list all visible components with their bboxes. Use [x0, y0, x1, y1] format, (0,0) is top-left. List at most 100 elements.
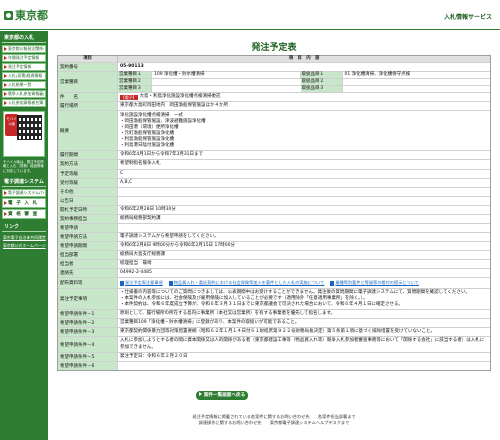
- row-key: 予定等級: [58, 169, 118, 178]
- link-e-government[interactable]: 東京電子自治体共同運営: [2, 234, 46, 242]
- arrow-right-icon: [4, 65, 7, 69]
- tokyo-emblem-icon: [4, 10, 13, 20]
- business-row: 営業種目３ 取扱品目３: [118, 85, 490, 93]
- table-row: 担当部署 総務局大島支庁総務課: [58, 249, 490, 259]
- accepted-rank: A,B,C: [120, 179, 133, 185]
- table-row: 希望申請: [58, 222, 490, 232]
- sidebar-item-label: 競争入札参加資格審査: [8, 91, 44, 96]
- table-row: 発注予定事項 ・仕様書の内容等についてのご質問につきましては、公表期間中はお受け…: [58, 288, 490, 310]
- table-row: 連絡先 04992-2-4485: [58, 268, 490, 278]
- qr-code-icon: [17, 115, 42, 140]
- contact-department: 総務局大島支庁総務課: [120, 251, 165, 257]
- table-row: 担当者 経理担当 篠崎: [58, 258, 490, 268]
- condition-6: [118, 362, 490, 370]
- condition-2: 営業種目109「浄化槽・貯水槽清掃」に登録があり、本案件の取扱いが可能であること…: [120, 320, 300, 326]
- table-row: 希望申請条件－4 入札に参加しようとする者の間に資本関係又は人的関係がある者（東…: [58, 336, 490, 352]
- table-row: 契約方法 希望制指名競争入札: [58, 159, 490, 169]
- sidebar-item-label: 入札(見積)経過情報: [8, 73, 43, 78]
- table-row: 希望申請期間 令和6年2月8日 9時00分から令和6年2月15日 17時00分: [58, 240, 490, 250]
- row-key: その他: [58, 187, 118, 196]
- row-key: 担当者: [58, 259, 118, 268]
- arrow-right-icon: [4, 92, 7, 96]
- sidebar-item-label: 発注予定情報: [8, 64, 32, 69]
- table-row: 公告日: [58, 195, 490, 205]
- sidebar-item-order-plan[interactable]: 発注予定情報: [2, 63, 46, 71]
- opening-date: 令和6年2月28日 10時30分: [120, 206, 176, 212]
- table-row: 希望申請条件－2 営業種目109「浄化槽・貯水槽清掃」に登録があり、本案件の取扱…: [58, 318, 490, 328]
- business-key: 営業種目３: [118, 86, 152, 93]
- table-row: 開札予定日時 令和6年2月28日 10時30分: [58, 204, 490, 214]
- row-key: 担当部署: [58, 250, 118, 259]
- row-key: 契約事務担当: [58, 214, 118, 223]
- condition-3: 東京都契約関係暴力団等対策措置要綱（昭和６２年１月１４日付６１財経庶第９２２号財…: [120, 329, 435, 335]
- summary-line: ・利島港日陰付施設浄化槽: [120, 143, 174, 148]
- sidebar-section-title: リンク: [2, 220, 46, 233]
- top-bar: 東京都 入札情報サービス: [0, 0, 500, 30]
- row-key: 営業種目: [58, 72, 118, 93]
- qr-caption: モバイル版は、発注予定情報と入札（見積）経過情報に対応しています。: [2, 159, 46, 174]
- sidebar-item-label: 電子調達システム(TOP): [8, 190, 44, 196]
- table-row: 予定等級 C: [58, 168, 490, 178]
- item-key: 取扱品目３: [300, 86, 343, 93]
- arrow-right-icon: [4, 191, 7, 196]
- planned-rank: C: [120, 170, 124, 176]
- row-key: 希望申請条件－6: [58, 361, 118, 370]
- sidebar-item-label: 年間発注予定情報: [8, 55, 40, 60]
- back-to-list-button[interactable]: 案件一覧画面へ戻る: [196, 391, 248, 400]
- order-notes: ・仕様書の内容等についてのご質問につきましては、公表期間中はお受けすることができ…: [118, 289, 490, 309]
- sidebar-item-label: 入札参加資格者名簿: [8, 100, 44, 105]
- link-tokyo-official[interactable]: 東京都公式ホームページ: [2, 242, 46, 250]
- header-item: 項目: [58, 56, 118, 62]
- sidebar-section-title: 電子調達システム: [2, 175, 46, 188]
- sidebar-item-qualification[interactable]: 競争入札参加資格審査: [2, 90, 46, 98]
- notice-date: [118, 197, 490, 205]
- qr-caption-text: モバイル版は、発注予定情報と入札（見積）経過情報に対応しています。: [3, 160, 44, 173]
- row-key: 受付等級: [58, 178, 118, 187]
- row-key: 希望申請条件－2: [58, 319, 118, 328]
- condition-4: 入札に参加しようとする者の間に資本関係又は人的関係がある者（東京都建設工事等（物…: [120, 338, 485, 350]
- sidebar-item-bid-results[interactable]: 入札結果一覧: [2, 81, 46, 89]
- sidebar-item-system-top[interactable]: 電子調達システム(TOP): [2, 189, 46, 198]
- service-title: 入札情報サービス: [443, 14, 492, 21]
- row-key: 希望申請方法: [58, 232, 118, 241]
- order-plan-table: 項目 項 目 内 容 契約番号 05-90113 営業種目 営業種目１ 109 …: [57, 55, 491, 371]
- arrow-right-icon: [198, 392, 202, 396]
- sidebar-item-bid-progress[interactable]: 入札(見積)経過情報: [2, 72, 46, 80]
- location: 東京都大島町岡田地内 岡田漁船保管施設ほか４か所: [120, 103, 228, 109]
- note-line: ・本件契約は、令和６年度成立予算が、令和６年３月３１日までに東京都議会で可決され…: [120, 302, 404, 308]
- doc-link-insurance[interactable]: 物品買入れ・委託契約における社会保険等加入を要件とした入札の実施について: [168, 280, 325, 286]
- period: 令和6年4月1日から令和7年3月31日まで: [120, 152, 204, 158]
- doc-link-requirements[interactable]: 業種等別要件と等級等の格付の提示について: [330, 280, 419, 286]
- sidebar-item-qualification-review[interactable]: 資 格 審 査: [2, 209, 46, 220]
- application-period: 令和6年2月8日 9時00分から令和6年2月15日 17時00分: [120, 242, 235, 248]
- sidebar-item-e-bid[interactable]: 電 子 入 札: [2, 198, 46, 209]
- sidebar-links: 東京電子自治体共同運営 東京都公式ホームページ: [2, 234, 46, 250]
- logo-text: 東京都: [15, 9, 48, 22]
- doc-link-notes[interactable]: 発注予定表注意事項: [120, 280, 163, 286]
- arrow-right-icon: [4, 74, 7, 78]
- other: [118, 188, 490, 196]
- table-row: 契約事務担当 総務局総務部契約課: [58, 213, 490, 223]
- page-title: 発注予定表: [251, 43, 297, 53]
- row-key: 希望申請期間: [58, 241, 118, 250]
- row-key: 連絡先: [58, 269, 118, 278]
- footer: 発注予定情報に掲載されている各案件に関するお問い合わせ先 各案件担当部署まで 調…: [52, 414, 496, 427]
- document-icon: [120, 280, 124, 286]
- application-method: 電子調達システムから希望申請をしてください。: [120, 233, 219, 239]
- contract-department: 総務局総務部契約課: [120, 215, 161, 221]
- doc-link-label: 物品買入れ・委託契約における社会保険等加入を要件とした入札の実施について: [173, 280, 325, 286]
- sidebar-item-bidder-list[interactable]: 入札参加資格者名簿: [2, 99, 46, 107]
- document-icon: [330, 280, 335, 286]
- table-row: 希望申請条件－6: [58, 360, 490, 370]
- arrow-right-icon: [4, 83, 7, 87]
- sidebar-item-annual-plan[interactable]: 年間発注予定情報: [2, 54, 46, 62]
- business-grid: 営業種目１ 109 浄化槽・貯水槽清掃 取扱品目１ 01 浄化槽清掃、浄化槽保守…: [118, 72, 490, 93]
- sidebar-item-label: 資 格 審 査: [8, 212, 39, 218]
- business-row: 営業種目２ 取扱品目２: [118, 78, 490, 86]
- sidebar-item-koho[interactable]: 東京都公報発注関係公告: [2, 45, 46, 53]
- arrow-right-icon: [4, 212, 7, 217]
- tokyo-logo[interactable]: 東京都: [4, 8, 48, 22]
- table-row: 営業種目 営業種目１ 109 浄化槽・貯水槽清掃 取扱品目１ 01 浄化槽清掃、…: [58, 71, 490, 93]
- main-content: 発注予定表 項目 項 目 内 容 契約番号 05-90113 営業種目 営業種目…: [52, 31, 496, 440]
- back-button-label: 案件一覧画面へ戻る: [203, 393, 246, 398]
